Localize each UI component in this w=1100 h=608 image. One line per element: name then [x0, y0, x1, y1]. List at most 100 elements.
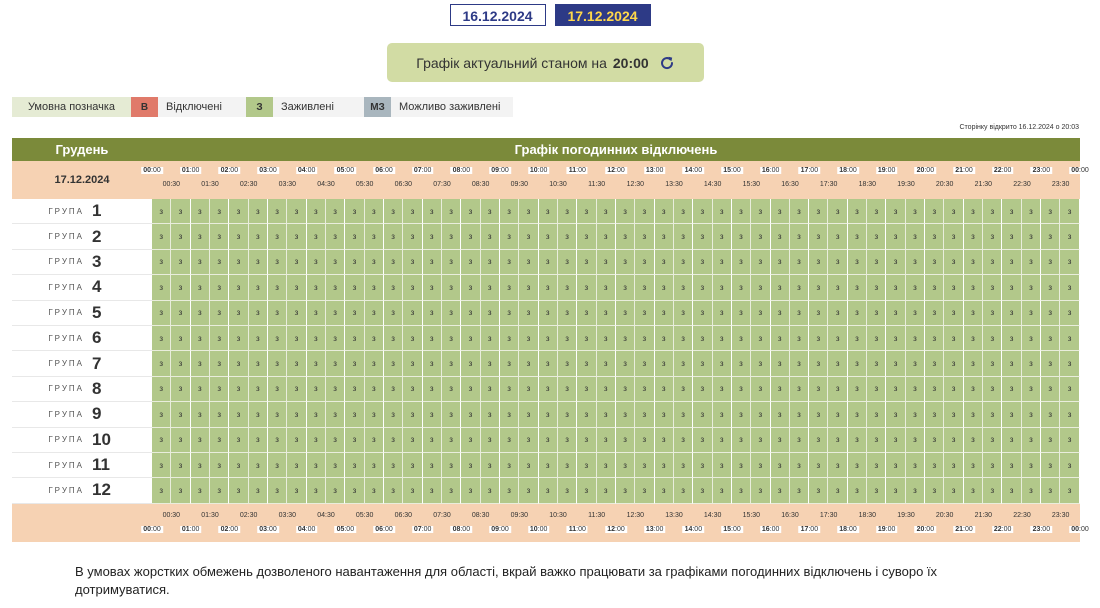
- schedule-cell: з: [171, 452, 191, 479]
- group-cells: зззззззззззззззззззззззззззззззззззззззз…: [152, 402, 1080, 428]
- tick-half-hour: 17:30: [819, 181, 838, 188]
- tick-hour: 00:00: [1069, 525, 1091, 533]
- schedule-cell: з: [538, 376, 558, 403]
- schedule-cell: з: [248, 402, 268, 428]
- date-tab-17-12-2024[interactable]: 17.12.2024: [554, 4, 651, 26]
- tick-half-hour: 15:30: [742, 181, 761, 188]
- schedule-cell: з: [519, 224, 539, 250]
- schedule-cell: з: [403, 376, 423, 403]
- tick-hour-hh: 23: [1032, 525, 1041, 533]
- schedule-cell: з: [267, 376, 288, 403]
- schedule-cell: з: [577, 249, 597, 276]
- schedule-cell: з: [171, 351, 191, 377]
- schedule-cell: з: [789, 325, 810, 352]
- schedule-cell: з: [751, 199, 771, 225]
- schedule-cell: з: [673, 452, 694, 479]
- schedule-cell: з: [383, 376, 404, 403]
- schedule-cell: з: [441, 325, 462, 352]
- schedule-cell: з: [519, 452, 539, 479]
- tick-hour: 13:00: [643, 525, 666, 533]
- schedule-cell: з: [538, 300, 558, 326]
- tick-hour-mm: :00: [267, 167, 277, 174]
- tick-half-hour: 19:30: [897, 181, 915, 188]
- schedule-cell: з: [905, 478, 926, 504]
- schedule-cell: з: [499, 325, 520, 352]
- schedule-cell: з: [1060, 478, 1080, 504]
- schedule-cell: з: [983, 402, 1003, 428]
- schedule-cell: з: [963, 325, 984, 352]
- schedule-cell: з: [596, 325, 616, 352]
- tick-hour: 03:00: [257, 525, 279, 533]
- tick-half-hour: 11:30: [588, 181, 606, 188]
- schedule-cell: з: [905, 199, 926, 225]
- time-header-top: 17.12.2024 00:00 01:00 02:00 03:00 04:00 05:0…: [12, 161, 1091, 199]
- group-label: ГРУПА 7: [12, 351, 152, 377]
- date-tabs: 16.12.2024 17.12.2024: [0, 4, 1100, 26]
- schedule-cell: з: [345, 224, 365, 250]
- tick-hour-mm: :00: [615, 525, 625, 533]
- schedule-cell: з: [963, 452, 984, 479]
- schedule-cell: з: [1060, 402, 1080, 428]
- schedule-cell: з: [229, 249, 249, 276]
- schedule-cell: з: [731, 199, 752, 225]
- tick-hour: 11:00: [566, 167, 588, 174]
- schedule-cell: з: [635, 224, 655, 250]
- schedule-cell: з: [190, 199, 210, 225]
- schedule-cell: з: [789, 478, 810, 504]
- schedule-cell: з: [364, 478, 384, 504]
- schedule-cell: з: [693, 376, 713, 403]
- schedule-cell: з: [287, 376, 307, 403]
- schedule-cell: з: [287, 402, 307, 428]
- schedule-cell: з: [596, 376, 616, 403]
- schedule-cell: з: [325, 275, 346, 301]
- schedule-cell: з: [693, 402, 713, 428]
- schedule-cell: з: [248, 199, 268, 225]
- schedule-cell: з: [615, 199, 636, 225]
- schedule-cell: з: [325, 224, 346, 250]
- schedule-cell: з: [422, 325, 442, 352]
- schedule-cell: з: [248, 249, 268, 276]
- schedule-cell: з: [615, 325, 636, 352]
- tick-hour: 17:00: [798, 525, 821, 533]
- schedule-cell: з: [712, 376, 732, 403]
- schedule-cell: з: [577, 452, 597, 479]
- schedule-cell: з: [1060, 452, 1080, 479]
- tick-hour-mm: :00: [344, 167, 355, 174]
- schedule-cell: з: [731, 249, 752, 276]
- refresh-icon[interactable]: [659, 55, 675, 71]
- schedule-cell: з: [480, 275, 500, 301]
- schedule-cell: з: [693, 300, 713, 326]
- schedule-cell: з: [1021, 199, 1042, 225]
- schedule-cell: з: [248, 351, 268, 377]
- schedule-cell: з: [789, 249, 810, 276]
- tick-hour-hh: 12: [607, 525, 616, 533]
- schedule-cell: з: [847, 199, 868, 225]
- schedule-cell: з: [441, 427, 462, 453]
- schedule-cell: з: [287, 199, 307, 225]
- schedule-cell: з: [577, 402, 597, 428]
- schedule-cell: з: [152, 351, 172, 377]
- group-number: 9: [92, 404, 102, 424]
- schedule-cell: з: [1002, 275, 1022, 301]
- schedule-cell: з: [770, 249, 790, 276]
- schedule-cell: з: [499, 351, 520, 377]
- schedule-cell: з: [1041, 376, 1061, 403]
- tick-half-hour: 16:30: [781, 181, 799, 188]
- schedule-cell: з: [789, 427, 810, 453]
- schedule-cell: з: [635, 199, 655, 225]
- legend-label-off: Відключені: [158, 97, 246, 117]
- schedule-cell: з: [654, 452, 674, 479]
- schedule-cell: з: [209, 402, 230, 428]
- schedule-cell: з: [673, 351, 694, 377]
- schedule-cell: з: [229, 427, 249, 453]
- schedule-cell: з: [461, 478, 481, 504]
- tick-hour: 20:00: [914, 525, 937, 533]
- date-tab-16-12-2024[interactable]: 16.12.2024: [449, 4, 546, 26]
- schedule-cell: з: [248, 325, 268, 352]
- schedule-cell: з: [557, 376, 578, 403]
- schedule-cell: з: [1021, 325, 1042, 352]
- schedule-cell: з: [577, 376, 597, 403]
- tick-hour-mm: :00: [885, 525, 896, 533]
- schedule-cell: з: [809, 224, 829, 250]
- schedule-cell: з: [963, 300, 984, 326]
